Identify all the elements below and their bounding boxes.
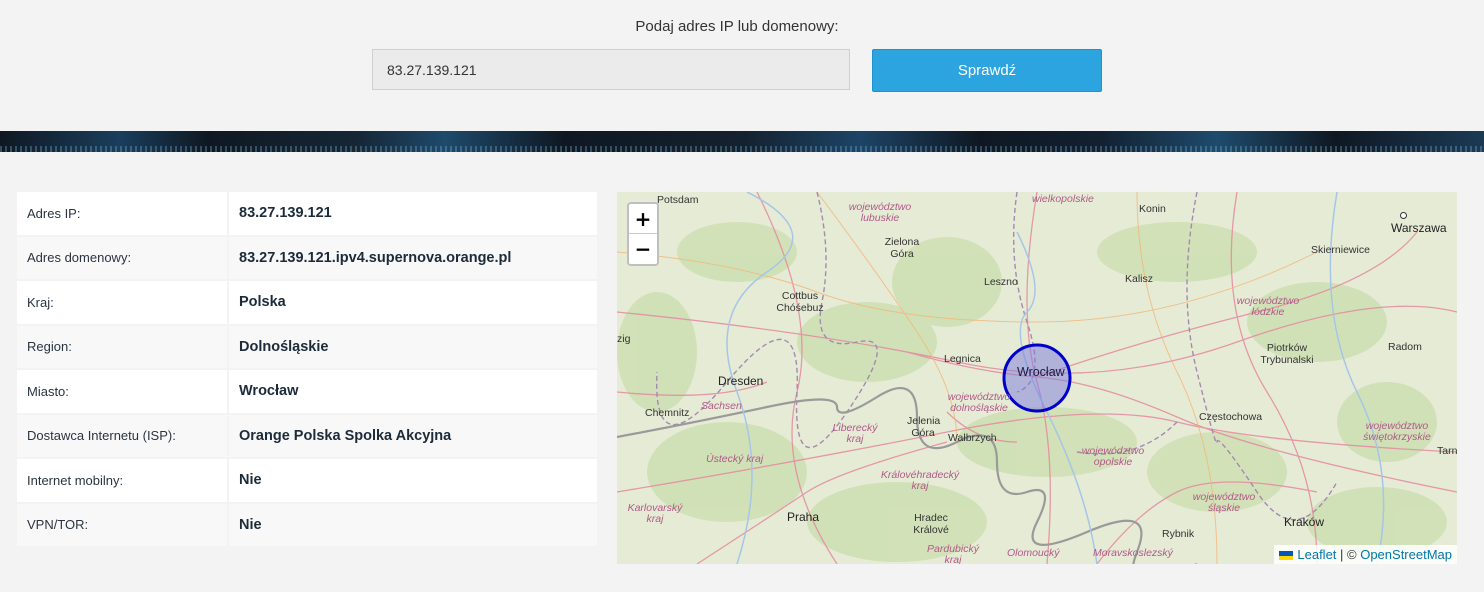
map-label-praha: Praha [787,510,820,524]
ip-info-table: Adres IP: 83.27.139.121 Adres domenowy: 83… [17,192,597,548]
row-key: VPN/TOR: [17,503,229,548]
table-row: Internet mobilny: Nie [17,459,597,504]
map-label-dresden: Dresden [718,374,764,388]
map-label-leszno: Leszno [984,276,1018,288]
map-label-tarn: Tarn [1437,445,1457,457]
row-value: Orange Polska Spolka Akcyjna [229,414,597,459]
map-label-hradec: Hradec Králové [913,512,949,536]
map-label-kralovehradecky: Královéhradecký kraj [880,469,960,492]
map-attribution: Leaflet | © OpenStreetMap [1274,545,1457,564]
row-key: Internet mobilny: [17,459,229,504]
map-label-liberecky: Liberecký kraj [832,422,878,445]
ukraine-flag-icon [1279,551,1294,561]
row-value: Polska [229,281,597,326]
map-label-zielona-gora: Zielona Góra [884,236,920,260]
search-label: Podaj adres IP lub domenowy: [635,18,839,35]
table-row: VPN/TOR: Nie [17,503,597,548]
map-label-swietokrzyskie: województwo świętokrzyskie [1363,420,1431,443]
map-label-olomoucky: Olomoucký [1007,547,1060,559]
ip-address-input[interactable] [372,49,850,90]
table-row: Region: Dolnośląskie [17,325,597,370]
location-map[interactable]: Potsdam województwo lubuskie Zielona Gór… [617,192,1457,564]
row-value: 83.27.139.121 [229,192,597,237]
openstreetmap-link[interactable]: OpenStreetMap [1360,547,1452,562]
row-value: Nie [229,459,597,504]
map-label-pardubicky: Pardubický kraj [927,543,979,565]
map-label-wielkopolskie: wielkopolskie [1032,193,1094,205]
table-row: Dostawca Internetu (ISP): Orange Polska S… [17,414,597,459]
map-label-cottbus: Cottbus Chóśebuz [776,290,824,314]
map-label-piotrkow: Piotrków Trybunalski [1260,342,1314,366]
map-label-lubuskie: województwo lubuskie [848,201,912,224]
map-label-legnica: Legnica [944,353,981,365]
row-key: Region: [17,325,229,370]
zoom-control: + − [627,202,659,266]
decorative-banner [0,131,1484,152]
row-value: Dolnośląskie [229,325,597,370]
map-label-ustecky: Ústecký kraj [706,453,764,465]
zoom-in-button[interactable]: + [629,204,657,234]
map-label-lodzkie: województwo łódzkie [1236,295,1300,318]
map-label-wroclaw: Wrocław [1017,365,1065,379]
row-value: Wrocław [229,370,597,415]
zoom-out-button[interactable]: − [629,234,657,264]
map-label-zig: zig [617,333,631,345]
map-label-warszawa: Warszawa [1391,221,1447,235]
row-value: 83.27.139.121.ipv4.supernova.orange.pl [229,236,597,281]
map-label-rybnik: Rybnik [1162,528,1195,540]
map-label-jelenia-gora: Jelenia Góra [907,415,941,439]
check-button[interactable]: Sprawdź [872,49,1102,92]
map-label-kalisz: Kalisz [1125,273,1154,285]
row-key: Adres IP: [17,192,229,237]
row-key: Kraj: [17,281,229,326]
map-label-karlovarsky: Karlovarský kraj [627,502,683,525]
row-value: Nie [229,503,597,548]
map-label-moravskoslezsky: Moravskoslezský [1093,547,1173,559]
table-row: Miasto: Wrocław [17,370,597,415]
map-label-czestochowa: Częstochowa [1199,411,1263,423]
row-key: Miasto: [17,370,229,415]
table-row: Adres domenowy: 83.27.139.121.ipv4.supern… [17,236,597,281]
table-row: Kraj: Polska [17,281,597,326]
map-label-walbrzych: Wałbrzych [948,432,997,444]
map-label-slaskie: województwo śląskie [1192,491,1256,514]
row-key: Adres domenowy: [17,236,229,281]
map-dot-warszawa [1400,212,1407,219]
map-label-sachsen: Sachsen [701,400,742,412]
map-label-potsdam: Potsdam [657,194,699,206]
table-row: Adres IP: 83.27.139.121 [17,192,597,237]
leaflet-link[interactable]: Leaflet [1297,547,1336,562]
map-label-krakow: Kraków [1284,515,1325,529]
attribution-separator: | © [1336,547,1361,562]
map-label-dolnoslaskie: województwo dolnośląskie [947,391,1011,414]
row-key: Dostawca Internetu (ISP): [17,414,229,459]
map-label-opolskie: województwo opolskie [1081,445,1145,468]
map-label-konin: Konin [1139,203,1166,215]
map-label-chemnitz: Chemnitz [645,407,690,419]
map-label-skierniewice: Skierniewice [1311,244,1370,256]
map-label-radom: Radom [1388,341,1422,353]
